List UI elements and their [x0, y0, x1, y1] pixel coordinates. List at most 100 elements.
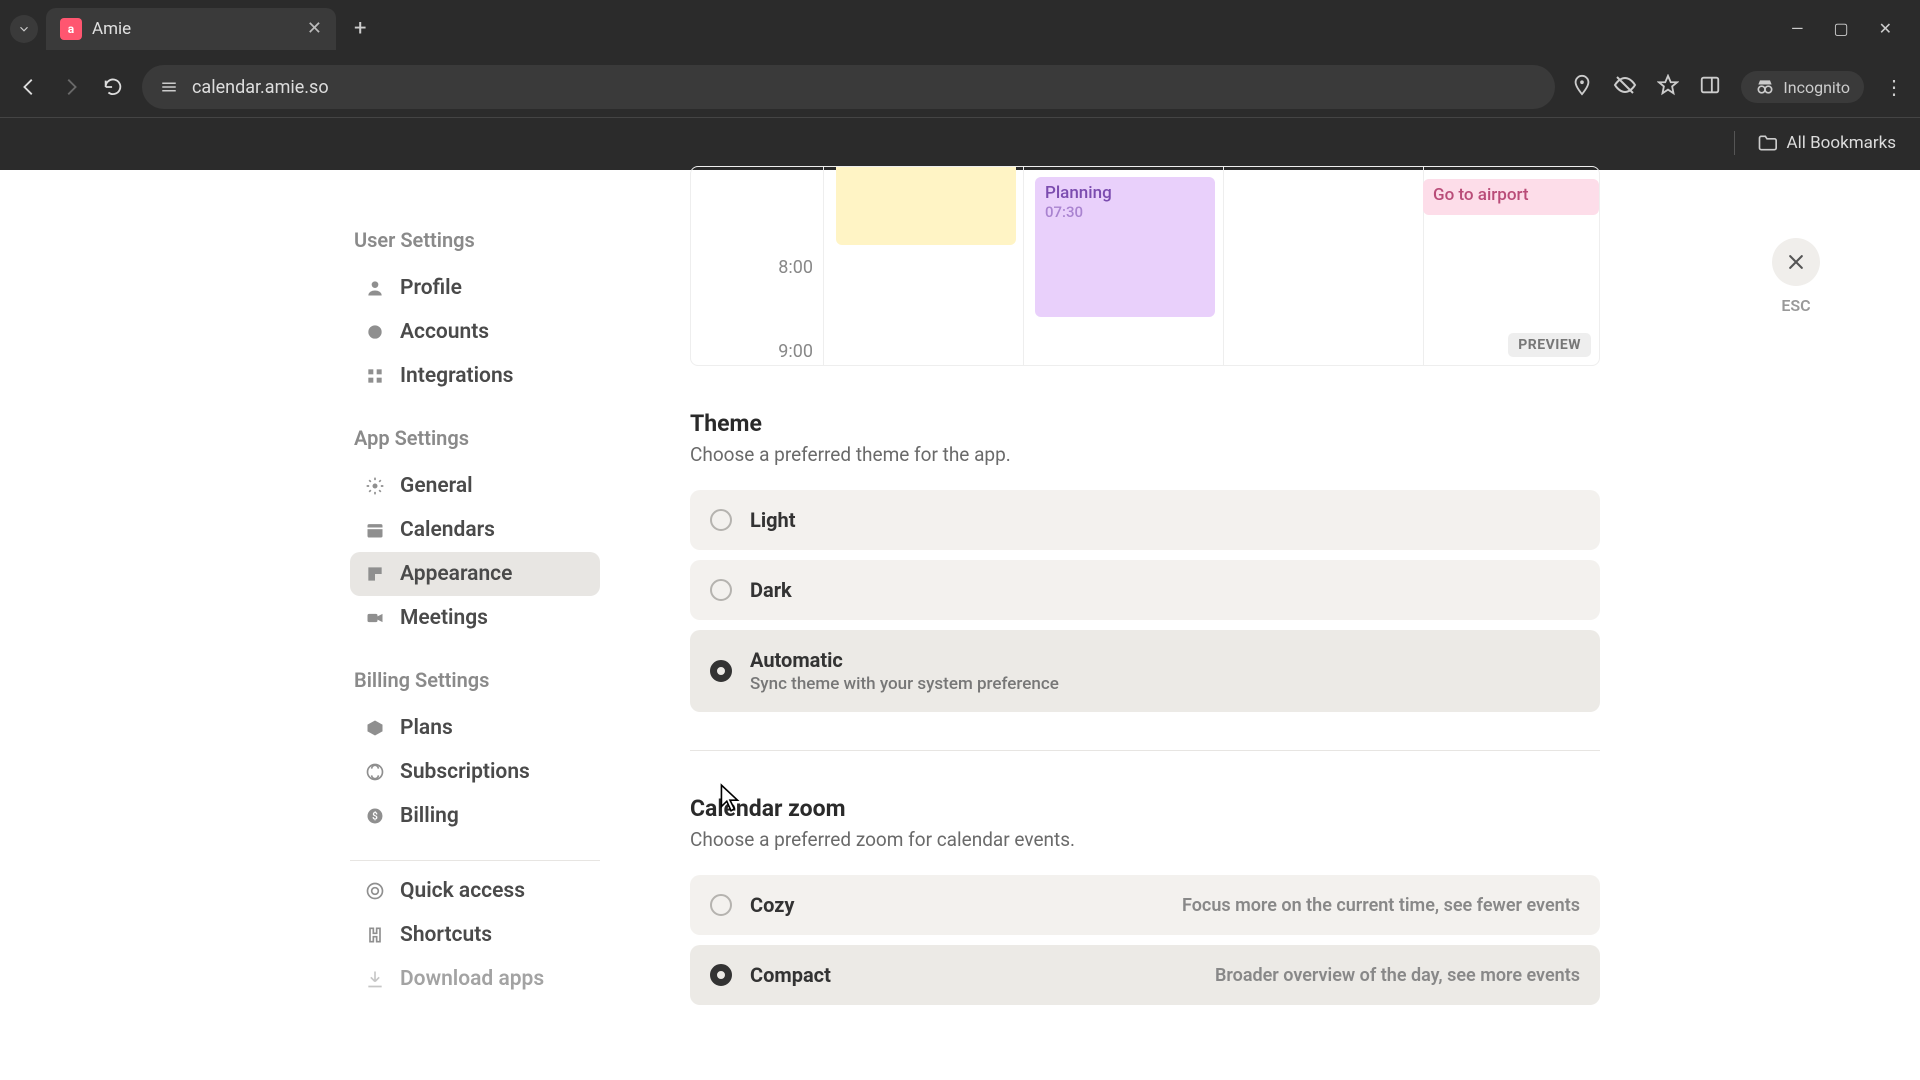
option-label: Dark [750, 578, 792, 602]
option-label: Compact [750, 963, 831, 987]
kebab-menu-icon[interactable]: ⋮ [1884, 75, 1904, 99]
option-sublabel: Sync theme with your system preference [750, 674, 1059, 694]
sidebar-item-download-apps[interactable]: Download apps [350, 957, 600, 1001]
option-label: Light [750, 508, 796, 532]
billing-icon: $ [364, 805, 386, 827]
maximize-icon[interactable]: ▢ [1833, 19, 1848, 38]
sidebar-item-label: Appearance [400, 562, 512, 586]
plans-icon [364, 717, 386, 739]
zoom-option-compact[interactable]: Compact Broader overview of the day, see… [690, 945, 1600, 1005]
bookmarks-bar: All Bookmarks [0, 117, 1920, 167]
divider [1734, 131, 1735, 155]
video-icon [364, 607, 386, 629]
incognito-label: Incognito [1783, 78, 1850, 97]
cursor-icon [717, 783, 743, 817]
tab-bar: a Amie ✕ + — ▢ ✕ [0, 0, 1920, 57]
zoom-options: Cozy Focus more on the current time, see… [690, 875, 1600, 1005]
site-settings-icon[interactable] [160, 78, 178, 96]
sidepanel-icon[interactable] [1699, 74, 1721, 100]
event-yellow: 07:00 [836, 166, 1016, 245]
url-input[interactable]: calendar.amie.so [142, 65, 1555, 109]
incognito-icon [1755, 77, 1775, 97]
favicon-icon: a [60, 18, 82, 40]
event-time: 07:30 [1045, 203, 1205, 221]
window-controls: — ▢ ✕ [1791, 19, 1910, 38]
sidebar-group-billing: Billing Settings [354, 668, 620, 692]
folder-icon [1757, 133, 1777, 153]
radio-icon [710, 579, 732, 601]
zoom-option-cozy[interactable]: Cozy Focus more on the current time, see… [690, 875, 1600, 935]
radio-icon [710, 894, 732, 916]
sidebar-item-plans[interactable]: Plans [350, 706, 600, 750]
option-label: Automatic [750, 648, 1059, 672]
sidebar-group-user: User Settings [354, 228, 620, 252]
radio-icon [710, 509, 732, 531]
sidebar-item-shortcuts[interactable]: Shortcuts [350, 913, 600, 957]
sidebar-item-appearance[interactable]: Appearance [350, 552, 600, 596]
sidebar-item-profile[interactable]: Profile [350, 266, 600, 310]
close-button[interactable] [1772, 238, 1820, 286]
sidebar-item-label: Profile [400, 276, 462, 300]
sidebar-item-accounts[interactable]: Accounts [350, 310, 600, 354]
theme-option-automatic[interactable]: Automatic Sync theme with your system pr… [690, 630, 1600, 712]
event-airport: Go to airport [1423, 179, 1599, 215]
forward-button[interactable] [58, 74, 84, 100]
radio-icon [710, 964, 732, 986]
sidebar-item-label: Plans [400, 716, 453, 740]
download-icon [364, 968, 386, 990]
sidebar-item-label: Billing [400, 804, 459, 828]
grid-line [1223, 167, 1224, 365]
theme-option-dark[interactable]: Dark [690, 560, 1600, 620]
option-hint: Broader overview of the day, see more ev… [1215, 965, 1580, 986]
new-tab-button[interactable]: + [344, 16, 376, 41]
reload-button[interactable] [100, 74, 126, 100]
sidebar-item-integrations[interactable]: Integrations [350, 354, 600, 398]
section-divider [690, 750, 1600, 751]
eye-off-icon[interactable] [1613, 73, 1637, 101]
tab-title: Amie [92, 19, 297, 39]
all-bookmarks-link[interactable]: All Bookmarks [1787, 133, 1896, 153]
sidebar-item-general[interactable]: General [350, 464, 600, 508]
integrations-icon [364, 365, 386, 387]
grid-line [823, 167, 824, 365]
minimize-icon[interactable]: — [1791, 19, 1804, 38]
sidebar-item-subscriptions[interactable]: Subscriptions [350, 750, 600, 794]
subscriptions-icon [364, 761, 386, 783]
theme-subtitle: Choose a preferred theme for the app. [690, 443, 1880, 466]
sidebar-item-label: Integrations [400, 364, 513, 388]
tab-search-dropdown[interactable] [10, 15, 38, 43]
grid-line [1023, 167, 1024, 365]
incognito-badge[interactable]: Incognito [1741, 71, 1864, 103]
radio-icon [710, 660, 732, 682]
time-column: 8:00 9:00 [691, 167, 823, 366]
sidebar-item-label: Shortcuts [400, 923, 492, 947]
location-icon[interactable] [1571, 74, 1593, 100]
shortcuts-icon [364, 924, 386, 946]
svg-text:$: $ [372, 809, 378, 822]
close-tab-icon[interactable]: ✕ [307, 18, 322, 39]
sidebar-item-label: Calendars [400, 518, 495, 542]
sidebar-item-label: Meetings [400, 606, 488, 630]
star-icon[interactable] [1657, 74, 1679, 100]
time-label: 8:00 [691, 251, 813, 335]
sidebar-item-label: Accounts [400, 320, 489, 344]
sidebar-item-calendars[interactable]: Calendars [350, 508, 600, 552]
sidebar-item-quick-access[interactable]: Quick access [350, 869, 600, 913]
sidebar-item-billing[interactable]: $ Billing [350, 794, 600, 838]
close-panel: ESC [1772, 238, 1820, 315]
sidebar-item-label: Download apps [400, 967, 544, 991]
back-button[interactable] [16, 74, 42, 100]
option-label: Cozy [750, 893, 794, 917]
time-label [691, 167, 813, 251]
calendar-icon [364, 519, 386, 541]
sidebar-group-app: App Settings [354, 426, 620, 450]
settings-main: 8:00 9:00 07:00 Planning07:30 Go to airp… [620, 170, 1920, 1080]
browser-tab[interactable]: a Amie ✕ [46, 8, 336, 50]
sidebar-divider [350, 860, 600, 861]
sidebar-item-label: Subscriptions [400, 760, 530, 784]
close-window-icon[interactable]: ✕ [1879, 19, 1892, 38]
theme-option-light[interactable]: Light [690, 490, 1600, 550]
calendar-preview: 8:00 9:00 07:00 Planning07:30 Go to airp… [690, 166, 1600, 366]
sidebar-item-meetings[interactable]: Meetings [350, 596, 600, 640]
esc-label: ESC [1781, 296, 1810, 315]
